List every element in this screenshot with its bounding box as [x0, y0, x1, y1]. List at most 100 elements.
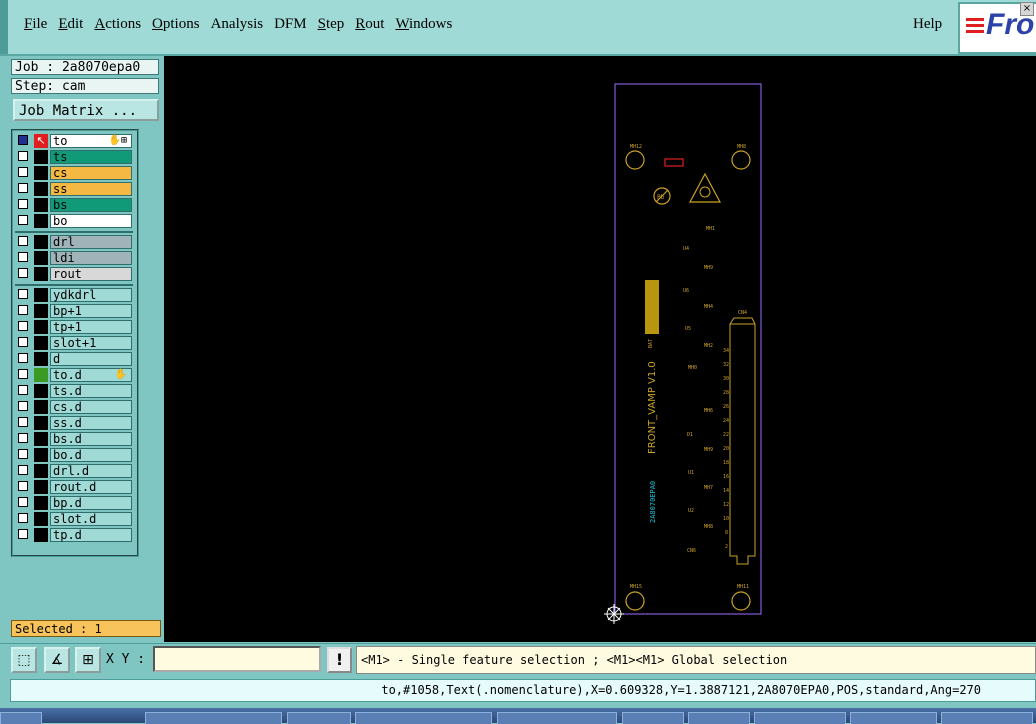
layer-color-swatch[interactable] — [34, 198, 48, 212]
layer-row-rout.d[interactable]: rout.d — [15, 480, 133, 494]
menu-rout[interactable]: Rout — [353, 16, 393, 33]
layer-color-swatch[interactable] — [34, 368, 48, 382]
layer-checkbox[interactable] — [18, 513, 28, 523]
layer-row-tp+1[interactable]: tp+1 — [15, 320, 133, 334]
layer-row-drl.d[interactable]: drl.d — [15, 464, 133, 478]
layer-name[interactable]: slot.d — [50, 512, 132, 526]
layer-checkbox[interactable] — [18, 289, 28, 299]
menu-analysis[interactable]: Analysis — [209, 16, 273, 33]
work-layer-arrow-icon[interactable]: ↖ — [34, 134, 48, 148]
layer-color-swatch[interactable] — [34, 235, 48, 249]
layer-checkbox[interactable] — [18, 321, 28, 331]
close-window-button[interactable]: × — [1020, 2, 1034, 16]
layer-name[interactable]: cs — [50, 166, 132, 180]
layer-name[interactable]: bo — [50, 214, 132, 228]
taskbar-button[interactable] — [497, 712, 617, 724]
layer-name[interactable]: ts — [50, 150, 132, 164]
layer-row-d[interactable]: d — [15, 352, 133, 366]
layer-row-rout[interactable]: rout — [15, 267, 133, 281]
menu-file[interactable]: File — [22, 16, 56, 33]
layer-color-swatch[interactable] — [34, 267, 48, 281]
layer-row-bs.d[interactable]: bs.d — [15, 432, 133, 446]
layer-name[interactable]: ss.d — [50, 416, 132, 430]
layer-checkbox[interactable] — [18, 465, 28, 475]
layer-name[interactable]: slot+1 — [50, 336, 132, 350]
layer-name[interactable]: bs — [50, 198, 132, 212]
layer-color-swatch[interactable] — [34, 464, 48, 478]
menu-windows[interactable]: Windows — [393, 16, 461, 33]
taskbar-button[interactable] — [688, 712, 750, 724]
layer-checkbox[interactable] — [18, 497, 28, 507]
layer-checkbox[interactable] — [18, 417, 28, 427]
layer-name[interactable]: bp.d — [50, 496, 132, 510]
layer-name[interactable]: cs.d — [50, 400, 132, 414]
layer-color-swatch[interactable] — [34, 496, 48, 510]
start-button[interactable] — [0, 712, 42, 724]
layer-row-bo.d[interactable]: bo.d — [15, 448, 133, 462]
measure-icon[interactable]: ∡ — [44, 647, 70, 673]
layer-color-swatch[interactable] — [34, 182, 48, 196]
layer-row-tp.d[interactable]: tp.d — [15, 528, 133, 542]
menu-dfm[interactable]: DFM — [272, 16, 316, 33]
layer-color-swatch[interactable] — [34, 400, 48, 414]
layer-color-swatch[interactable] — [34, 251, 48, 265]
layer-color-swatch[interactable] — [34, 432, 48, 446]
layer-checkbox[interactable] — [18, 401, 28, 411]
layer-name[interactable]: d — [50, 352, 132, 366]
layer-row-ldi[interactable]: ldi — [15, 251, 133, 265]
layer-checkbox[interactable] — [18, 481, 28, 491]
layer-name[interactable]: to.d ✋ — [50, 368, 132, 382]
taskbar-button[interactable] — [287, 712, 351, 724]
xy-input[interactable] — [153, 646, 321, 672]
layer-name[interactable]: rout — [50, 267, 132, 281]
layer-name[interactable]: ss — [50, 182, 132, 196]
layer-color-swatch[interactable] — [34, 352, 48, 366]
layer-name[interactable]: drl.d — [50, 464, 132, 478]
layer-name[interactable]: tp.d — [50, 528, 132, 542]
layer-color-swatch[interactable] — [34, 528, 48, 542]
layer-checkbox[interactable] — [18, 268, 28, 278]
layer-row-bo[interactable]: bo — [15, 214, 133, 228]
layer-color-swatch[interactable] — [34, 384, 48, 398]
layer-checkbox[interactable] — [18, 449, 28, 459]
layer-name[interactable]: ldi — [50, 251, 132, 265]
layer-color-swatch[interactable] — [34, 214, 48, 228]
layer-checkbox[interactable] — [18, 252, 28, 262]
layer-checkbox[interactable] — [18, 151, 28, 161]
layer-color-swatch[interactable] — [34, 448, 48, 462]
layer-row-bs[interactable]: bs — [15, 198, 133, 212]
layer-checkbox[interactable] — [18, 236, 28, 246]
layer-row-ss[interactable]: ss — [15, 182, 133, 196]
layer-row-slot.d[interactable]: slot.d — [15, 512, 133, 526]
layer-color-swatch[interactable] — [34, 320, 48, 334]
job-matrix-button[interactable]: Job Matrix ... — [13, 99, 159, 121]
layer-checkbox[interactable] — [18, 433, 28, 443]
layer-checkbox[interactable] — [18, 135, 28, 145]
layer-checkbox[interactable] — [18, 167, 28, 177]
layer-row-ts[interactable]: ts — [15, 150, 133, 164]
taskbar-button[interactable] — [754, 712, 846, 724]
layer-name[interactable]: rout.d — [50, 480, 132, 494]
layer-name[interactable]: ydkdrl — [50, 288, 132, 302]
layer-color-swatch[interactable] — [34, 416, 48, 430]
layer-row-drl[interactable]: drl — [15, 235, 133, 249]
layer-checkbox[interactable] — [18, 369, 28, 379]
layer-name[interactable]: bs.d — [50, 432, 132, 446]
layer-row-bp.d[interactable]: bp.d — [15, 496, 133, 510]
snap-grid-icon[interactable]: ⊞ — [75, 647, 101, 673]
layer-row-cs[interactable]: cs — [15, 166, 133, 180]
layer-row-ydkdrl[interactable]: ydkdrl — [15, 288, 133, 302]
layer-row-slot+1[interactable]: slot+1 — [15, 336, 133, 350]
layer-row-cs.d[interactable]: cs.d — [15, 400, 133, 414]
layer-color-swatch[interactable] — [34, 336, 48, 350]
layer-checkbox[interactable] — [18, 353, 28, 363]
layer-color-swatch[interactable] — [34, 304, 48, 318]
menu-help[interactable]: Help — [913, 16, 942, 33]
graphics-canvas[interactable]: MH12 MH8 MH15 MH11 Pb BAT MH1 MH9 MH4 MH2 MH6… — [164, 56, 1036, 642]
layer-checkbox[interactable] — [18, 183, 28, 193]
layer-name[interactable]: bo.d — [50, 448, 132, 462]
layer-checkbox[interactable] — [18, 215, 28, 225]
layer-row-to[interactable]: ↖ to ✋⊞ — [15, 134, 133, 148]
taskbar-button[interactable] — [850, 712, 937, 724]
layer-row-ts.d[interactable]: ts.d — [15, 384, 133, 398]
